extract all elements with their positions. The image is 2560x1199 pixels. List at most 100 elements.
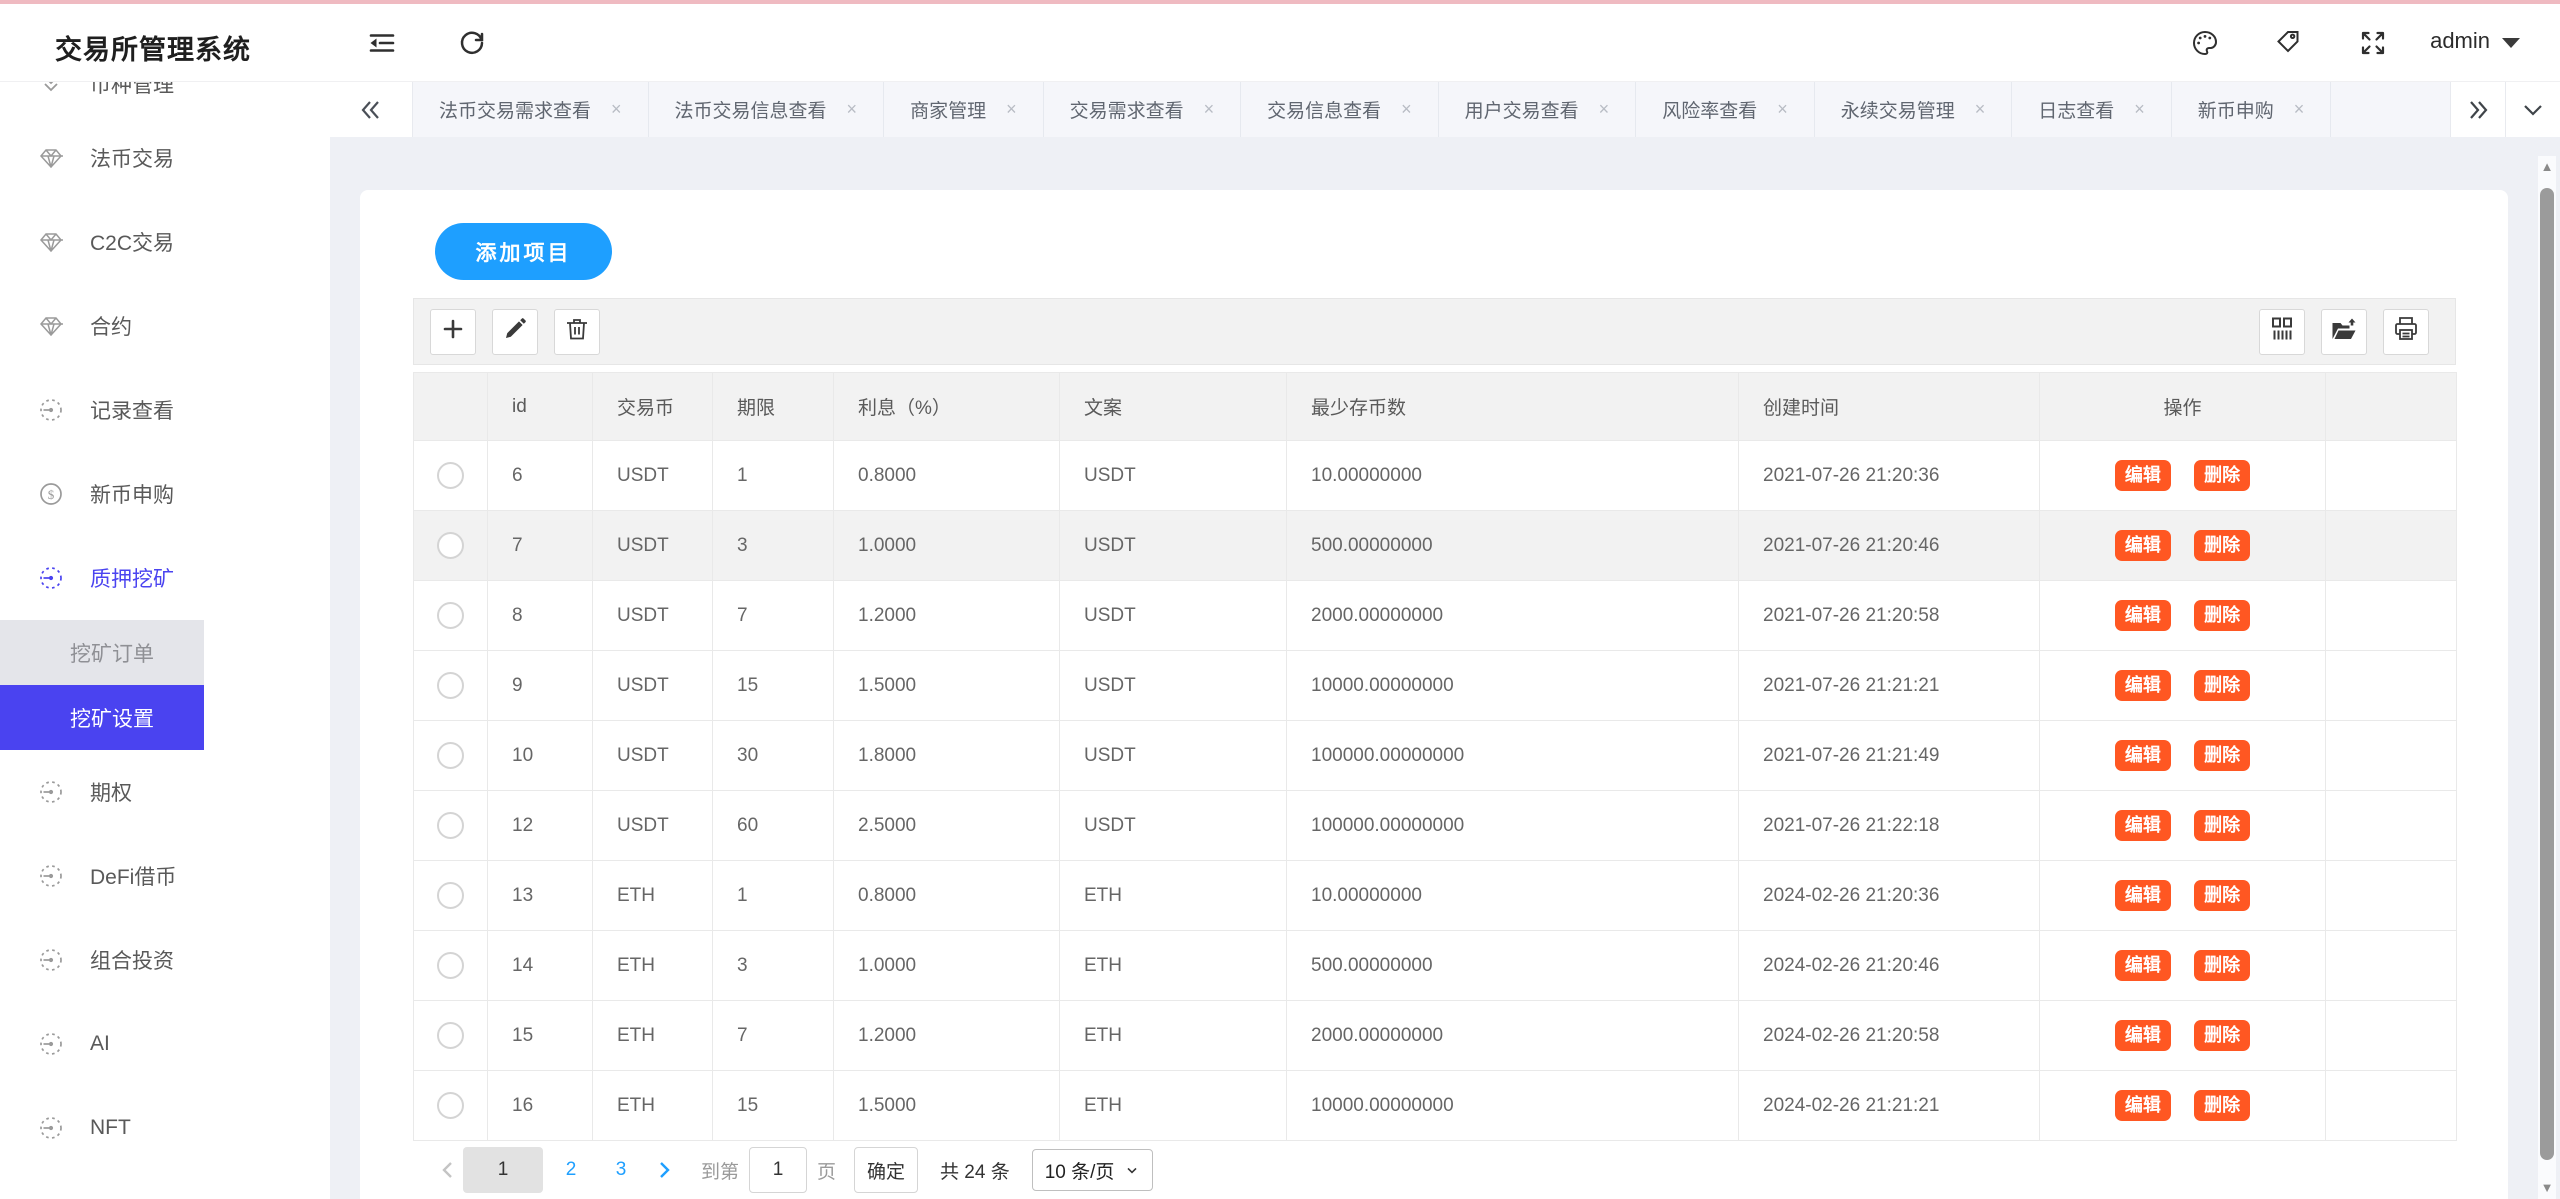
tab-close-icon[interactable]: × — [847, 99, 858, 120]
refresh-icon[interactable] — [457, 28, 487, 58]
tab-item[interactable]: 永续交易管理 × — [1815, 82, 2013, 137]
row-radio[interactable] — [437, 1092, 464, 1119]
print-button[interactable] — [2383, 309, 2429, 355]
tab-close-icon[interactable]: × — [611, 99, 622, 120]
cell-empty — [2326, 931, 2457, 1001]
tab-item[interactable]: 法币交易信息查看 × — [649, 82, 885, 137]
tab-item[interactable]: 交易需求查看 × — [1044, 82, 1242, 137]
tab-label: 交易需求查看 — [1070, 96, 1184, 123]
edit-button[interactable]: 编辑 — [2115, 670, 2171, 701]
delete-button[interactable]: 删除 — [2194, 880, 2250, 911]
delete-button[interactable]: 删除 — [2194, 530, 2250, 561]
edit-button[interactable]: 编辑 — [2115, 460, 2171, 491]
delete-row-button[interactable] — [554, 309, 600, 355]
row-radio[interactable] — [437, 952, 464, 979]
row-radio[interactable] — [437, 1022, 464, 1049]
tabs-scroll-right-button[interactable] — [2450, 82, 2505, 137]
cell-copy: ETH — [1060, 861, 1287, 931]
delete-button[interactable]: 删除 — [2194, 950, 2250, 981]
add-row-button[interactable] — [430, 309, 476, 355]
edit-button[interactable]: 编辑 — [2115, 950, 2171, 981]
tabs-scroll-left-button[interactable] — [330, 82, 413, 137]
sidebar-subitem[interactable]: 挖矿设置 — [0, 685, 204, 750]
tab-close-icon[interactable]: × — [1401, 99, 1412, 120]
edit-row-button[interactable] — [492, 309, 538, 355]
delete-button[interactable]: 删除 — [2194, 600, 2250, 631]
fullscreen-icon[interactable] — [2358, 28, 2388, 58]
sidebar-item[interactable]: 法币交易 — [0, 116, 330, 200]
tab-close-icon[interactable]: × — [2134, 99, 2145, 120]
tab-item[interactable]: 新币申购 × — [2172, 82, 2332, 137]
tab-item[interactable]: 日志查看 × — [2012, 82, 2172, 137]
sidebar-item[interactable]: 币种管理 — [0, 82, 330, 102]
tab-item[interactable]: 法币交易需求查看 × — [413, 82, 649, 137]
page-numbers: 1 2 3 — [463, 1147, 649, 1193]
delete-button[interactable]: 删除 — [2194, 670, 2250, 701]
edit-button[interactable]: 编辑 — [2115, 1090, 2171, 1121]
palette-icon[interactable] — [2190, 28, 2220, 58]
goto-page-input[interactable] — [749, 1147, 807, 1193]
delete-button[interactable]: 删除 — [2194, 740, 2250, 771]
row-radio[interactable] — [437, 532, 464, 559]
tab-close-icon[interactable]: × — [2294, 99, 2305, 120]
columns-filter-button[interactable] — [2259, 309, 2305, 355]
edit-button[interactable]: 编辑 — [2115, 880, 2171, 911]
sidebar-item[interactable]: 记录查看 — [0, 368, 330, 452]
scroll-down-arrow-icon[interactable]: ▼ — [2538, 1179, 2556, 1197]
page-number-button[interactable]: 2 — [549, 1147, 593, 1193]
cell-empty — [2326, 791, 2457, 861]
tab-close-icon[interactable]: × — [1006, 99, 1017, 120]
sidebar-item[interactable]: C2C交易 — [0, 200, 330, 284]
edit-button[interactable]: 编辑 — [2115, 740, 2171, 771]
tab-label: 法币交易需求查看 — [439, 96, 591, 123]
collapse-menu-icon[interactable] — [367, 28, 397, 58]
edit-button[interactable]: 编辑 — [2115, 530, 2171, 561]
tabs-menu-button[interactable] — [2505, 82, 2560, 137]
edit-button[interactable]: 编辑 — [2115, 1020, 2171, 1051]
row-radio[interactable] — [437, 672, 464, 699]
tab-item[interactable]: 用户交易查看 × — [1439, 82, 1637, 137]
user-menu[interactable]: admin — [2430, 28, 2520, 54]
delete-button[interactable]: 删除 — [2194, 810, 2250, 841]
tab-item[interactable]: 交易信息查看 × — [1241, 82, 1439, 137]
scroll-up-arrow-icon[interactable]: ▲ — [2538, 158, 2556, 176]
delete-button[interactable]: 删除 — [2194, 1020, 2250, 1051]
export-button[interactable] — [2321, 309, 2367, 355]
page-number-button[interactable]: 1 — [463, 1147, 543, 1193]
sidebar-item[interactable]: 质押挖矿 — [0, 536, 330, 620]
sidebar-item[interactable]: DeFi借币 — [0, 834, 330, 918]
tab-item[interactable]: 商家管理 × — [884, 82, 1044, 137]
delete-button[interactable]: 删除 — [2194, 1090, 2250, 1121]
tab-close-icon[interactable]: × — [1777, 99, 1788, 120]
next-page-button[interactable] — [649, 1160, 679, 1180]
add-project-button[interactable]: 添加项目 — [435, 223, 612, 280]
table-row: 14 ETH 3 1.0000 ETH 500.00000000 2024-02… — [414, 931, 2457, 1001]
row-radio[interactable] — [437, 812, 464, 839]
edit-button[interactable]: 编辑 — [2115, 600, 2171, 631]
delete-button[interactable]: 删除 — [2194, 460, 2250, 491]
tab-item[interactable]: 风险率查看 × — [1636, 82, 1815, 137]
tag-icon[interactable] — [2274, 28, 2304, 58]
sidebar-item[interactable]: 合约 — [0, 284, 330, 368]
cell-interest: 1.8000 — [834, 721, 1060, 791]
page-number-button[interactable]: 3 — [599, 1147, 643, 1193]
sidebar-item[interactable]: 期权 — [0, 750, 330, 834]
sidebar-item[interactable]: AI — [0, 1002, 330, 1086]
sidebar-item[interactable]: NFT — [0, 1086, 330, 1170]
prev-page-button[interactable] — [433, 1160, 463, 1180]
scrollbar-thumb[interactable] — [2540, 188, 2554, 1160]
edit-button[interactable]: 编辑 — [2115, 810, 2171, 841]
page-size-select[interactable]: 10 条/页 — [1032, 1149, 1154, 1191]
row-radio[interactable] — [437, 882, 464, 909]
vertical-scrollbar[interactable]: ▲ ▼ — [2538, 156, 2556, 1199]
tab-close-icon[interactable]: × — [1599, 99, 1610, 120]
tab-close-icon[interactable]: × — [1975, 99, 1986, 120]
sidebar-subitem[interactable]: 挖矿订单 — [0, 620, 204, 685]
confirm-button[interactable]: 确定 — [854, 1147, 918, 1193]
row-radio[interactable] — [437, 462, 464, 489]
sidebar-item[interactable]: 组合投资 — [0, 918, 330, 1002]
sidebar-item[interactable]: $ 新币申购 — [0, 452, 330, 536]
row-radio[interactable] — [437, 742, 464, 769]
row-radio[interactable] — [437, 602, 464, 629]
tab-close-icon[interactable]: × — [1204, 99, 1215, 120]
